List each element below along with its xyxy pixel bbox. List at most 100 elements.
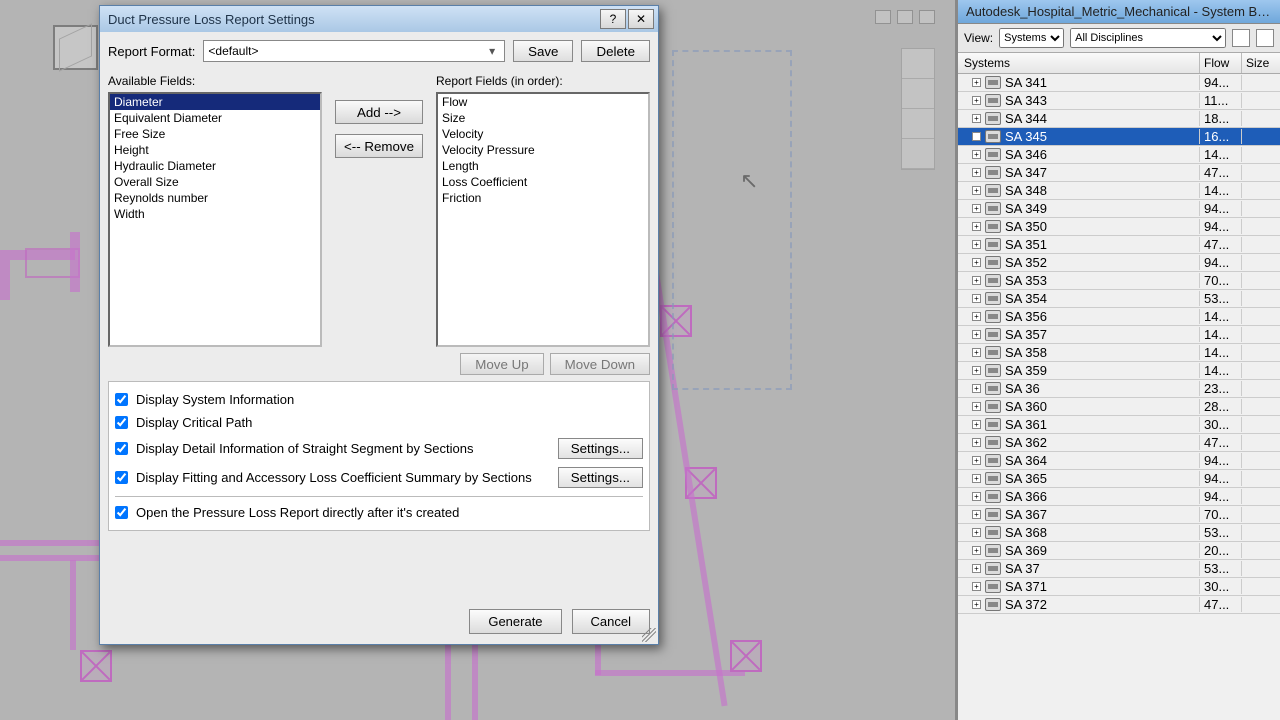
- system-row[interactable]: +SA 35914...: [958, 362, 1280, 380]
- system-row[interactable]: +SA 35614...: [958, 308, 1280, 326]
- available-field-item[interactable]: Free Size: [110, 126, 320, 142]
- checkbox-fitting-summary[interactable]: [115, 471, 128, 484]
- expand-icon[interactable]: +: [972, 456, 981, 465]
- report-field-item[interactable]: Length: [438, 158, 648, 174]
- system-row[interactable]: +SA 36853...: [958, 524, 1280, 542]
- available-field-item[interactable]: Equivalent Diameter: [110, 110, 320, 126]
- expand-icon[interactable]: +: [972, 204, 981, 213]
- expand-icon[interactable]: +: [972, 96, 981, 105]
- checkbox-straight-segments[interactable]: [115, 442, 128, 455]
- system-row[interactable]: +SA 35453...: [958, 290, 1280, 308]
- system-row[interactable]: +SA 34747...: [958, 164, 1280, 182]
- settings-button-straight[interactable]: Settings...: [558, 438, 643, 459]
- checkbox-open-after-create[interactable]: [115, 506, 128, 519]
- columns-icon[interactable]: [1256, 29, 1274, 47]
- generate-button[interactable]: Generate: [469, 609, 561, 634]
- checkbox-system-info[interactable]: [115, 393, 128, 406]
- column-header-flow[interactable]: Flow: [1200, 53, 1242, 73]
- expand-icon[interactable]: +: [972, 348, 981, 357]
- expand-icon[interactable]: +: [972, 258, 981, 267]
- settings-button-fitting[interactable]: Settings...: [558, 467, 643, 488]
- system-row[interactable]: +SA 35370...: [958, 272, 1280, 290]
- expand-icon[interactable]: +: [972, 276, 981, 285]
- system-row[interactable]: +SA 36494...: [958, 452, 1280, 470]
- expand-icon[interactable]: +: [972, 186, 981, 195]
- expand-icon[interactable]: +: [972, 384, 981, 393]
- expand-icon[interactable]: +: [972, 564, 981, 573]
- expand-icon[interactable]: +: [972, 528, 981, 537]
- expand-icon[interactable]: +: [972, 366, 981, 375]
- expand-icon[interactable]: +: [972, 600, 981, 609]
- available-field-item[interactable]: Height: [110, 142, 320, 158]
- system-row[interactable]: +SA 34516...: [958, 128, 1280, 146]
- expand-icon[interactable]: +: [972, 420, 981, 429]
- expand-icon[interactable]: +: [972, 222, 981, 231]
- report-field-item[interactable]: Size: [438, 110, 648, 126]
- available-field-item[interactable]: Overall Size: [110, 174, 320, 190]
- system-row[interactable]: +SA 36028...: [958, 398, 1280, 416]
- help-button[interactable]: ?: [600, 9, 626, 29]
- system-row[interactable]: +SA 34814...: [958, 182, 1280, 200]
- cancel-button[interactable]: Cancel: [572, 609, 650, 634]
- expand-icon[interactable]: +: [972, 312, 981, 321]
- report-format-combo[interactable]: <default> ▾: [203, 40, 505, 62]
- expand-icon[interactable]: +: [972, 492, 981, 501]
- report-fields-list[interactable]: FlowSizeVelocityVelocity PressureLengthL…: [436, 92, 650, 347]
- close-button[interactable]: ✕: [628, 9, 654, 29]
- system-row[interactable]: +SA 37247...: [958, 596, 1280, 614]
- report-field-item[interactable]: Flow: [438, 94, 648, 110]
- checkbox-critical-path[interactable]: [115, 416, 128, 429]
- system-row[interactable]: +SA 34994...: [958, 200, 1280, 218]
- expand-icon[interactable]: +: [972, 132, 981, 141]
- system-row[interactable]: +SA 35714...: [958, 326, 1280, 344]
- available-field-item[interactable]: Reynolds number: [110, 190, 320, 206]
- system-row[interactable]: +SA 35294...: [958, 254, 1280, 272]
- system-row[interactable]: +SA 36594...: [958, 470, 1280, 488]
- system-browser-body[interactable]: +SA 34194...+SA 34311...+SA 34418...+SA …: [958, 74, 1280, 720]
- available-fields-list[interactable]: DiameterEquivalent DiameterFree SizeHeig…: [108, 92, 322, 347]
- dialog-titlebar[interactable]: Duct Pressure Loss Report Settings ? ✕: [100, 6, 658, 32]
- system-row[interactable]: +SA 35094...: [958, 218, 1280, 236]
- resize-grip-icon[interactable]: [642, 628, 656, 642]
- column-header-size[interactable]: Size: [1242, 53, 1280, 73]
- save-button[interactable]: Save: [513, 40, 573, 62]
- filter-icon[interactable]: [1232, 29, 1250, 47]
- expand-icon[interactable]: +: [972, 240, 981, 249]
- available-field-item[interactable]: Diameter: [110, 94, 320, 110]
- remove-button[interactable]: <-- Remove: [335, 134, 423, 158]
- system-row[interactable]: +SA 3623...: [958, 380, 1280, 398]
- expand-icon[interactable]: +: [972, 168, 981, 177]
- expand-icon[interactable]: +: [972, 510, 981, 519]
- available-field-item[interactable]: Hydraulic Diameter: [110, 158, 320, 174]
- system-row[interactable]: +SA 36770...: [958, 506, 1280, 524]
- expand-icon[interactable]: +: [972, 150, 981, 159]
- expand-icon[interactable]: +: [972, 582, 981, 591]
- system-row[interactable]: +SA 3753...: [958, 560, 1280, 578]
- expand-icon[interactable]: +: [972, 438, 981, 447]
- system-row[interactable]: +SA 35814...: [958, 344, 1280, 362]
- expand-icon[interactable]: +: [972, 474, 981, 483]
- expand-icon[interactable]: +: [972, 294, 981, 303]
- move-up-button[interactable]: Move Up: [460, 353, 543, 375]
- system-row[interactable]: +SA 34418...: [958, 110, 1280, 128]
- report-field-item[interactable]: Loss Coefficient: [438, 174, 648, 190]
- system-row[interactable]: +SA 36130...: [958, 416, 1280, 434]
- expand-icon[interactable]: +: [972, 330, 981, 339]
- discipline-select[interactable]: All Disciplines: [1070, 28, 1226, 48]
- report-field-item[interactable]: Velocity: [438, 126, 648, 142]
- available-field-item[interactable]: Width: [110, 206, 320, 222]
- system-row[interactable]: +SA 36247...: [958, 434, 1280, 452]
- system-row[interactable]: +SA 35147...: [958, 236, 1280, 254]
- report-field-item[interactable]: Velocity Pressure: [438, 142, 648, 158]
- report-field-item[interactable]: Friction: [438, 190, 648, 206]
- system-row[interactable]: +SA 34311...: [958, 92, 1280, 110]
- system-row[interactable]: +SA 34614...: [958, 146, 1280, 164]
- move-down-button[interactable]: Move Down: [550, 353, 650, 375]
- expand-icon[interactable]: +: [972, 78, 981, 87]
- view-select[interactable]: Systems: [999, 28, 1064, 48]
- system-row[interactable]: +SA 36694...: [958, 488, 1280, 506]
- system-row[interactable]: +SA 34194...: [958, 74, 1280, 92]
- system-row[interactable]: +SA 36920...: [958, 542, 1280, 560]
- expand-icon[interactable]: +: [972, 546, 981, 555]
- add-button[interactable]: Add -->: [335, 100, 423, 124]
